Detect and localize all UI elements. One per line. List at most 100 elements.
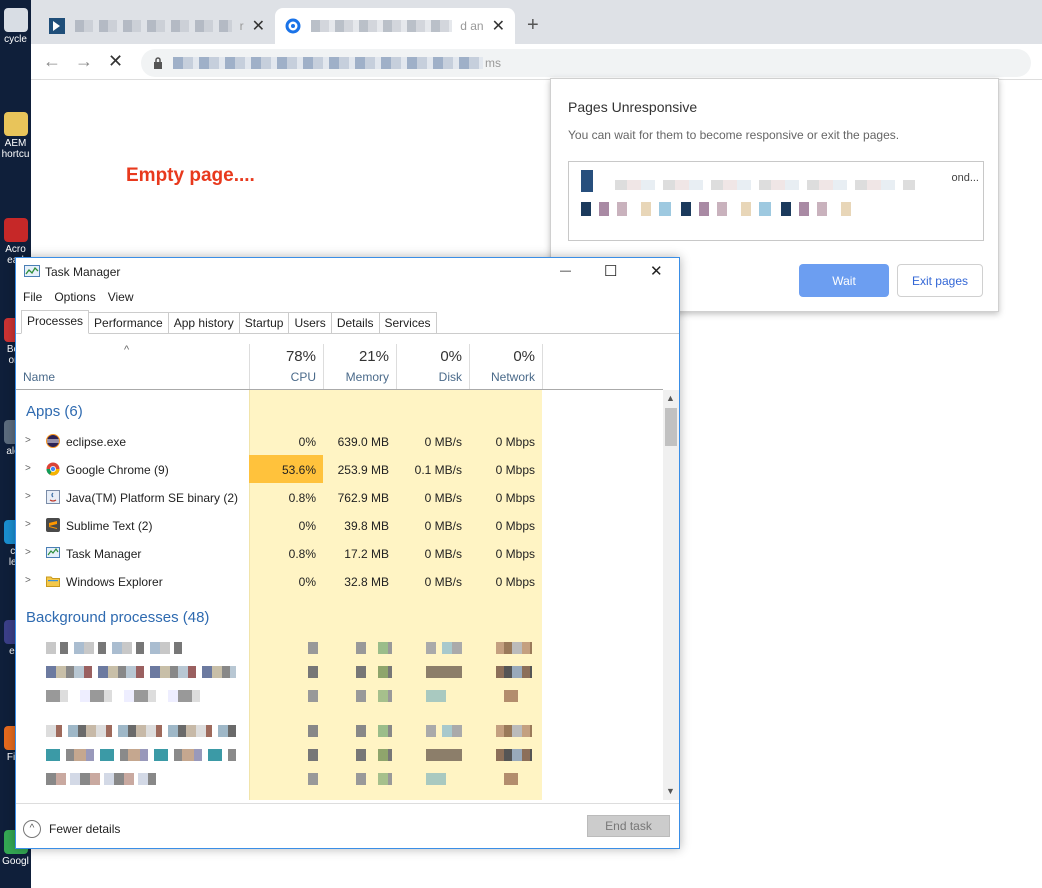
menu-view[interactable]: View	[108, 290, 134, 304]
disk-column-header[interactable]: 0% Disk	[396, 344, 469, 390]
process-row[interactable]: > Google Chrome (9) 53.6% 253.9 MB 0.1 MB/s 0…	[16, 456, 663, 484]
desktop-shortcut-label: cycle	[4, 34, 27, 45]
redacted-page-entry	[581, 202, 853, 216]
task-manager-title: Task Manager	[45, 265, 121, 279]
sublime-icon	[46, 518, 60, 532]
background-group-header[interactable]: Background processes (48)	[26, 609, 209, 626]
process-cpu: 0.8%	[288, 491, 316, 505]
expand-chevron-icon[interactable]: >	[25, 463, 31, 474]
network-total: 0%	[513, 348, 535, 365]
process-name: Google Chrome (9)	[66, 463, 169, 477]
disk-total: 0%	[440, 348, 462, 365]
tab-startup[interactable]: Startup	[239, 312, 290, 334]
process-cpu: 0.8%	[288, 547, 316, 561]
process-name: Sublime Text (2)	[66, 519, 153, 533]
network-column-header[interactable]: 0% Network	[469, 344, 542, 390]
expand-chevron-icon[interactable]: >	[25, 519, 31, 530]
browser-toolbar: ← → ✕ ms	[31, 44, 1042, 80]
scrollbar-thumb[interactable]	[665, 408, 677, 446]
redacted-tab-title	[75, 20, 232, 32]
browser-tab-2[interactable]: d an ✕	[275, 8, 515, 44]
desktop-shortcut-label: Googl	[2, 856, 29, 867]
new-tab-button[interactable]: +	[527, 14, 539, 37]
process-network: 0 Mbps	[495, 547, 535, 561]
back-arrow-icon[interactable]: ←	[43, 51, 61, 72]
name-column-header[interactable]: ^ Name	[16, 344, 249, 390]
process-row[interactable]: > Sublime Text (2) 0% 39.8 MB 0 MB/s 0 Mbps	[16, 512, 663, 540]
url-tail: ms	[485, 56, 501, 70]
minimize-button[interactable]: —	[560, 265, 571, 277]
name-column-label: Name	[23, 370, 56, 384]
expand-chevron-icon[interactable]: >	[25, 575, 31, 586]
address-bar[interactable]: ms	[141, 49, 1031, 77]
expand-chevron-icon[interactable]: >	[25, 547, 31, 558]
expand-chevron-icon[interactable]: >	[25, 491, 31, 502]
process-disk: 0 MB/s	[424, 491, 462, 505]
process-row[interactable]: > Java(TM) Platform SE binary (2) 0.8% 762.…	[16, 484, 663, 512]
process-list: Apps (6) > eclipse.exe 0% 639.0 MB 0 MB/s 0 M…	[16, 390, 663, 800]
process-network: 0 Mbps	[495, 435, 535, 449]
eclipse-icon	[46, 434, 60, 448]
menu-options[interactable]: Options	[54, 290, 95, 304]
close-button[interactable]: ✕	[650, 262, 663, 280]
desktop-shortcut[interactable]: AEM hortcu	[0, 112, 31, 160]
wait-button[interactable]: Wait	[799, 264, 889, 297]
tab-close-icon[interactable]: ✕	[252, 16, 265, 36]
tab-strip: Processes Performance App history Startu…	[21, 310, 437, 334]
process-disk: 0.1 MB/s	[414, 463, 462, 477]
sort-arrow-icon: ^	[124, 344, 130, 356]
apps-group-header[interactable]: Apps (6)	[26, 403, 83, 420]
column-divider	[542, 344, 543, 390]
process-disk: 0 MB/s	[424, 435, 462, 449]
tab-users[interactable]: Users	[289, 312, 332, 334]
process-cpu: 53.6%	[281, 463, 316, 477]
process-network: 0 Mbps	[495, 463, 535, 477]
forward-arrow-icon[interactable]: →	[75, 51, 93, 72]
task-manager-icon	[46, 546, 60, 560]
tab-details[interactable]: Details	[331, 312, 380, 334]
memory-total: 21%	[358, 348, 389, 365]
dialog-message: You can wait for them to become responsi…	[568, 128, 900, 142]
desktop-shortcut-icon	[3, 218, 28, 242]
tab-processes[interactable]: Processes	[21, 310, 90, 334]
tab-bar: r ✕ d an ✕ +	[31, 0, 1042, 44]
task-manager-titlebar: Task Manager	[16, 258, 679, 286]
expand-chevron-icon[interactable]: >	[25, 435, 31, 446]
tab-app-history[interactable]: App history	[168, 312, 240, 334]
maximize-button[interactable]: ☐	[604, 262, 617, 280]
tab-close-icon[interactable]: ✕	[492, 16, 505, 36]
process-memory: 639.0 MB	[337, 435, 389, 449]
browser-tab-1[interactable]: r ✕	[39, 8, 275, 44]
desktop-shortcut-label: AEM hortcu	[1, 138, 30, 160]
memory-column-header[interactable]: 21% Memory	[323, 344, 396, 390]
tab-performance[interactable]: Performance	[89, 312, 169, 334]
java-icon	[46, 490, 60, 504]
vertical-scrollbar[interactable]: ▲ ▼	[663, 390, 679, 800]
fewer-details-button[interactable]: ^ Fewer details	[23, 820, 120, 838]
scroll-down-icon[interactable]: ▼	[666, 786, 675, 796]
redacted-page-entry	[581, 170, 915, 192]
page-entry-tail: ond...	[951, 172, 979, 184]
task-manager-window: Task Manager — ☐ ✕ File Options View Pro…	[15, 257, 680, 849]
process-network: 0 Mbps	[495, 575, 535, 589]
tab-title-tail: r	[239, 19, 244, 33]
page-content-text: Empty page....	[126, 165, 255, 186]
tab-services[interactable]: Services	[379, 312, 437, 334]
process-row[interactable]: > Task Manager 0.8% 17.2 MB 0 MB/s 0 Mbps	[16, 540, 663, 568]
process-network: 0 Mbps	[495, 491, 535, 505]
scroll-up-icon[interactable]: ▲	[666, 393, 675, 403]
process-memory: 253.9 MB	[337, 463, 389, 477]
stop-loading-icon[interactable]: ✕	[108, 51, 123, 72]
process-disk: 0 MB/s	[424, 575, 462, 589]
exit-pages-button[interactable]: Exit pages	[897, 264, 983, 297]
cpu-label: CPU	[290, 370, 316, 384]
process-row[interactable]: > eclipse.exe 0% 639.0 MB 0 MB/s 0 Mbps	[16, 428, 663, 456]
cpu-column-header[interactable]: 78% CPU	[249, 344, 323, 390]
end-task-button[interactable]: End task	[587, 815, 670, 837]
menu-file[interactable]: File	[23, 290, 42, 304]
process-disk: 0 MB/s	[424, 519, 462, 533]
process-row[interactable]: > Windows Explorer 0% 32.8 MB 0 MB/s 0 Mbps	[16, 568, 663, 596]
process-name: Task Manager	[66, 547, 142, 561]
process-memory: 762.9 MB	[337, 491, 389, 505]
desktop-shortcut[interactable]: cycle	[0, 8, 31, 45]
